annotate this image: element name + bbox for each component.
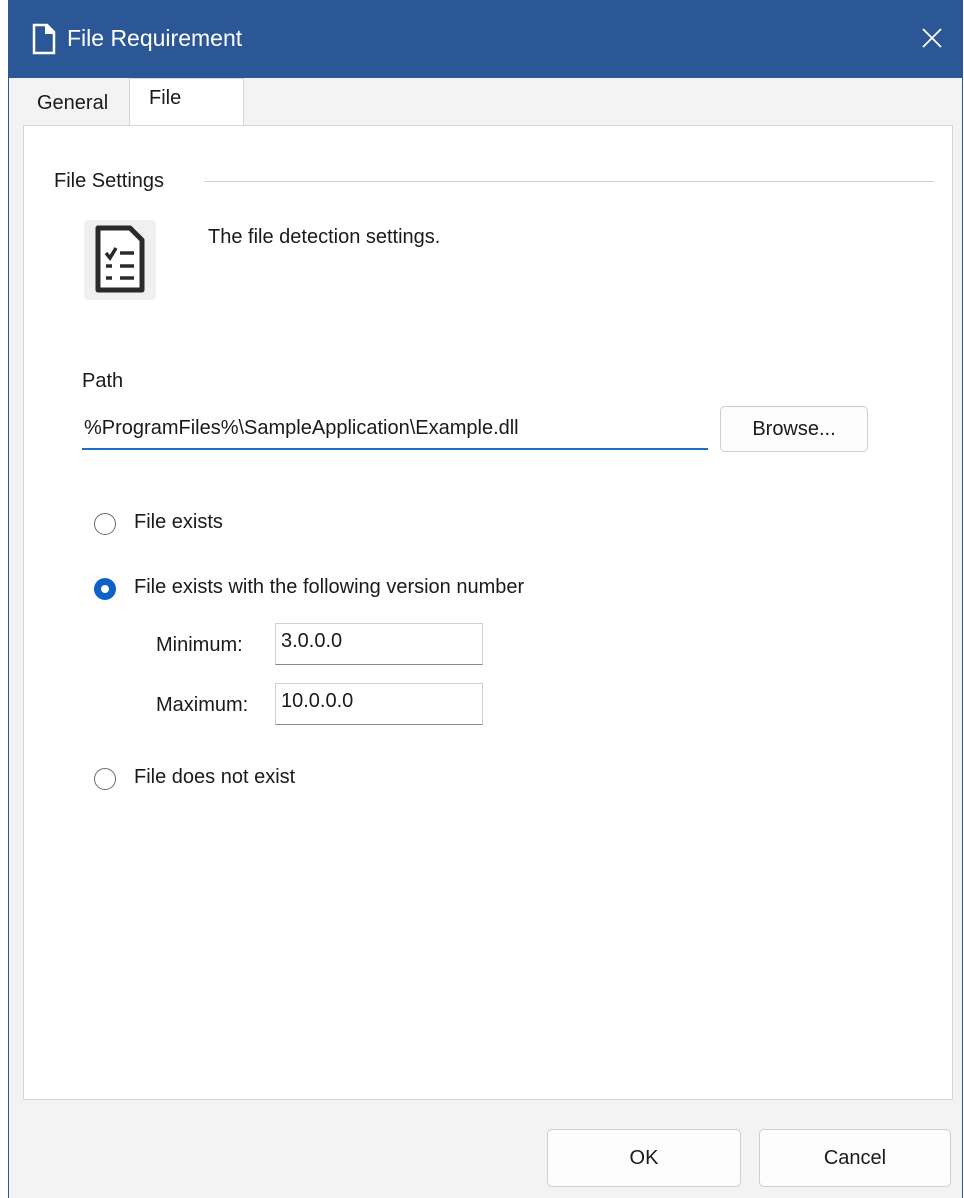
maximum-version-input[interactable] [275, 683, 483, 725]
window-title: File Requirement [67, 25, 243, 51]
ok-button[interactable]: OK [547, 1129, 741, 1187]
document-icon [31, 23, 57, 55]
cancel-button[interactable]: Cancel [759, 1129, 951, 1187]
close-button[interactable] [902, 0, 962, 78]
path-input[interactable] [82, 406, 708, 450]
tab-panel: File Settings The file detection setting… [23, 125, 953, 1100]
minimum-version-input[interactable] [275, 623, 483, 665]
group-description: The file detection settings. [208, 226, 441, 248]
radio-label: File does not exist [134, 766, 296, 788]
close-icon [922, 28, 942, 48]
checklist-document-icon [84, 220, 156, 300]
tab-strip: General File [23, 78, 963, 126]
minimum-label: Minimum: [156, 634, 243, 656]
group-divider [204, 181, 934, 182]
radio-indicator-selected [94, 578, 116, 600]
radio-label: File exists with the following version n… [134, 576, 525, 598]
dialog-window: File Requirement General File File Setti… [8, 0, 963, 1198]
radio-indicator [94, 513, 116, 535]
path-label: Path [82, 370, 124, 392]
title-bar: File Requirement [9, 0, 962, 78]
tab-file[interactable]: File [129, 78, 244, 126]
group-title: File Settings [54, 170, 165, 192]
browse-button[interactable]: Browse... [720, 406, 868, 452]
maximum-label: Maximum: [156, 694, 249, 716]
radio-label: File exists [134, 511, 223, 533]
radio-indicator [94, 768, 116, 790]
